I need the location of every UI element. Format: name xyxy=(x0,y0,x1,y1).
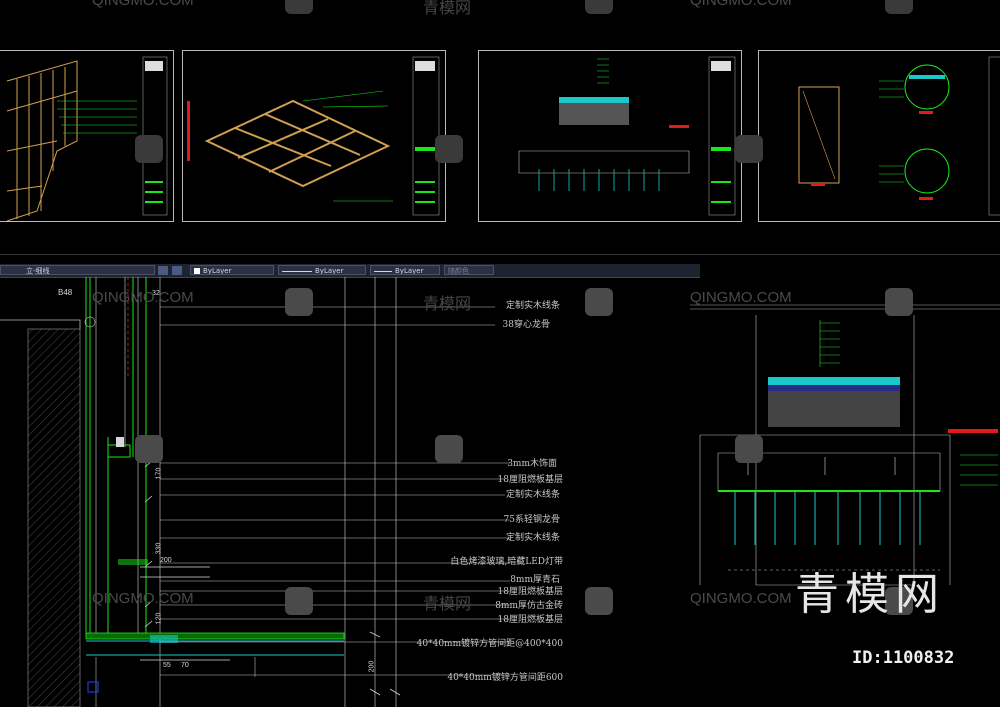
material-label: 3mm木饰面 xyxy=(507,459,557,469)
material-label: 18厘阻燃板基层 xyxy=(497,475,563,485)
material-label: 40*40mm镀锌方管间距@400*400 xyxy=(416,639,563,649)
watermark-logo-icon xyxy=(735,135,763,163)
dim-text: 330 xyxy=(155,542,163,555)
sheet-thumbnail-3[interactable] xyxy=(478,50,742,222)
watermark-logo-icon xyxy=(285,0,313,14)
watermark-logo-icon xyxy=(135,135,163,163)
material-label: 定制实木线条 xyxy=(505,490,560,500)
layer-match-icon[interactable] xyxy=(172,266,182,275)
linetype-sample xyxy=(282,270,312,272)
callout-bubble: B48 xyxy=(58,288,73,297)
dim-text: 200 xyxy=(368,660,376,673)
dim-text: 120 xyxy=(155,612,163,625)
strip-divider xyxy=(0,254,1000,255)
dim-text: 70 xyxy=(181,662,189,669)
watermark-latin: QINGMO.COM xyxy=(92,0,194,9)
plotstyle-dropdown[interactable]: 随颜色 xyxy=(444,265,494,275)
dim-text: 200 xyxy=(160,557,172,564)
sheet-thumbnail-4[interactable] xyxy=(758,50,1000,222)
material-label: 定制实木线条 xyxy=(505,301,560,311)
sheet-thumbnail-2[interactable] xyxy=(182,50,446,222)
material-label: 18厘阻燃板基层 xyxy=(497,615,563,625)
material-label: 白色烤漆玻璃,暗藏LED灯带 xyxy=(450,557,563,567)
linetype-dropdown[interactable]: ByLayer xyxy=(278,265,366,275)
watermark-latin: QINGMO.COM xyxy=(92,590,194,607)
material-label: 8mm厚仿古金砖 xyxy=(495,601,563,611)
dim-text: 55 xyxy=(163,662,171,669)
dim-text: 170 xyxy=(155,467,163,480)
watermark-logo-icon xyxy=(435,135,463,163)
watermark-cn: 青模网 xyxy=(423,594,472,613)
watermark-logo-icon xyxy=(885,288,913,316)
color-dropdown[interactable]: ByLayer xyxy=(190,265,274,275)
watermark-latin: QINGMO.COM xyxy=(690,0,792,9)
watermark-cn: 青模网 xyxy=(423,294,472,313)
lineweight-sample xyxy=(374,270,392,272)
watermark-logo-icon xyxy=(735,435,763,463)
layer-dropdown-value: 立-细线 xyxy=(26,267,50,275)
watermark-latin: QINGMO.COM xyxy=(690,289,792,306)
lineweight-dropdown[interactable]: ByLayer xyxy=(370,265,440,275)
watermark-logo-icon xyxy=(885,0,913,14)
color-swatch-icon xyxy=(194,268,200,274)
watermark-latin: QINGMO.COM xyxy=(92,289,194,306)
watermark-logo-icon xyxy=(435,435,463,463)
plotstyle-dropdown-value: 随颜色 xyxy=(448,267,469,275)
properties-toolbar: 立-细线 ByLayer ByLayer ByLayer 随颜色 xyxy=(0,264,700,278)
material-label: 38穿心龙骨 xyxy=(502,320,550,330)
sheet-4-drawing xyxy=(798,56,1000,216)
watermark-cn: 青模网 xyxy=(423,0,472,17)
brand-watermark: 青模网 xyxy=(795,569,945,620)
color-dropdown-value: ByLayer xyxy=(203,267,232,275)
watermark-logo-icon xyxy=(585,587,613,615)
sheet-3-drawing xyxy=(518,56,736,216)
linetype-dropdown-value: ByLayer xyxy=(315,267,344,275)
lineweight-dropdown-value: ByLayer xyxy=(395,267,424,275)
watermark-logo-icon xyxy=(285,587,313,615)
layer-dropdown[interactable]: 立-细线 xyxy=(0,265,155,275)
material-label: 75系轻钢龙骨 xyxy=(503,515,560,525)
sheet-2-drawing xyxy=(187,56,440,216)
watermark-latin: QINGMO.COM xyxy=(690,590,792,607)
image-id-label: ID:1100832 xyxy=(852,648,955,668)
material-label: 定制实木线条 xyxy=(505,533,560,543)
material-label: 40*40mm镀锌方管间距600 xyxy=(447,673,563,683)
watermark-logo-icon xyxy=(585,0,613,14)
watermark-logo-icon xyxy=(285,288,313,316)
material-label: 18厘阻燃板基层 xyxy=(497,587,563,597)
watermark-logo-icon xyxy=(135,435,163,463)
layer-tool-icon[interactable] xyxy=(158,266,168,275)
watermark-logo-icon xyxy=(585,288,613,316)
